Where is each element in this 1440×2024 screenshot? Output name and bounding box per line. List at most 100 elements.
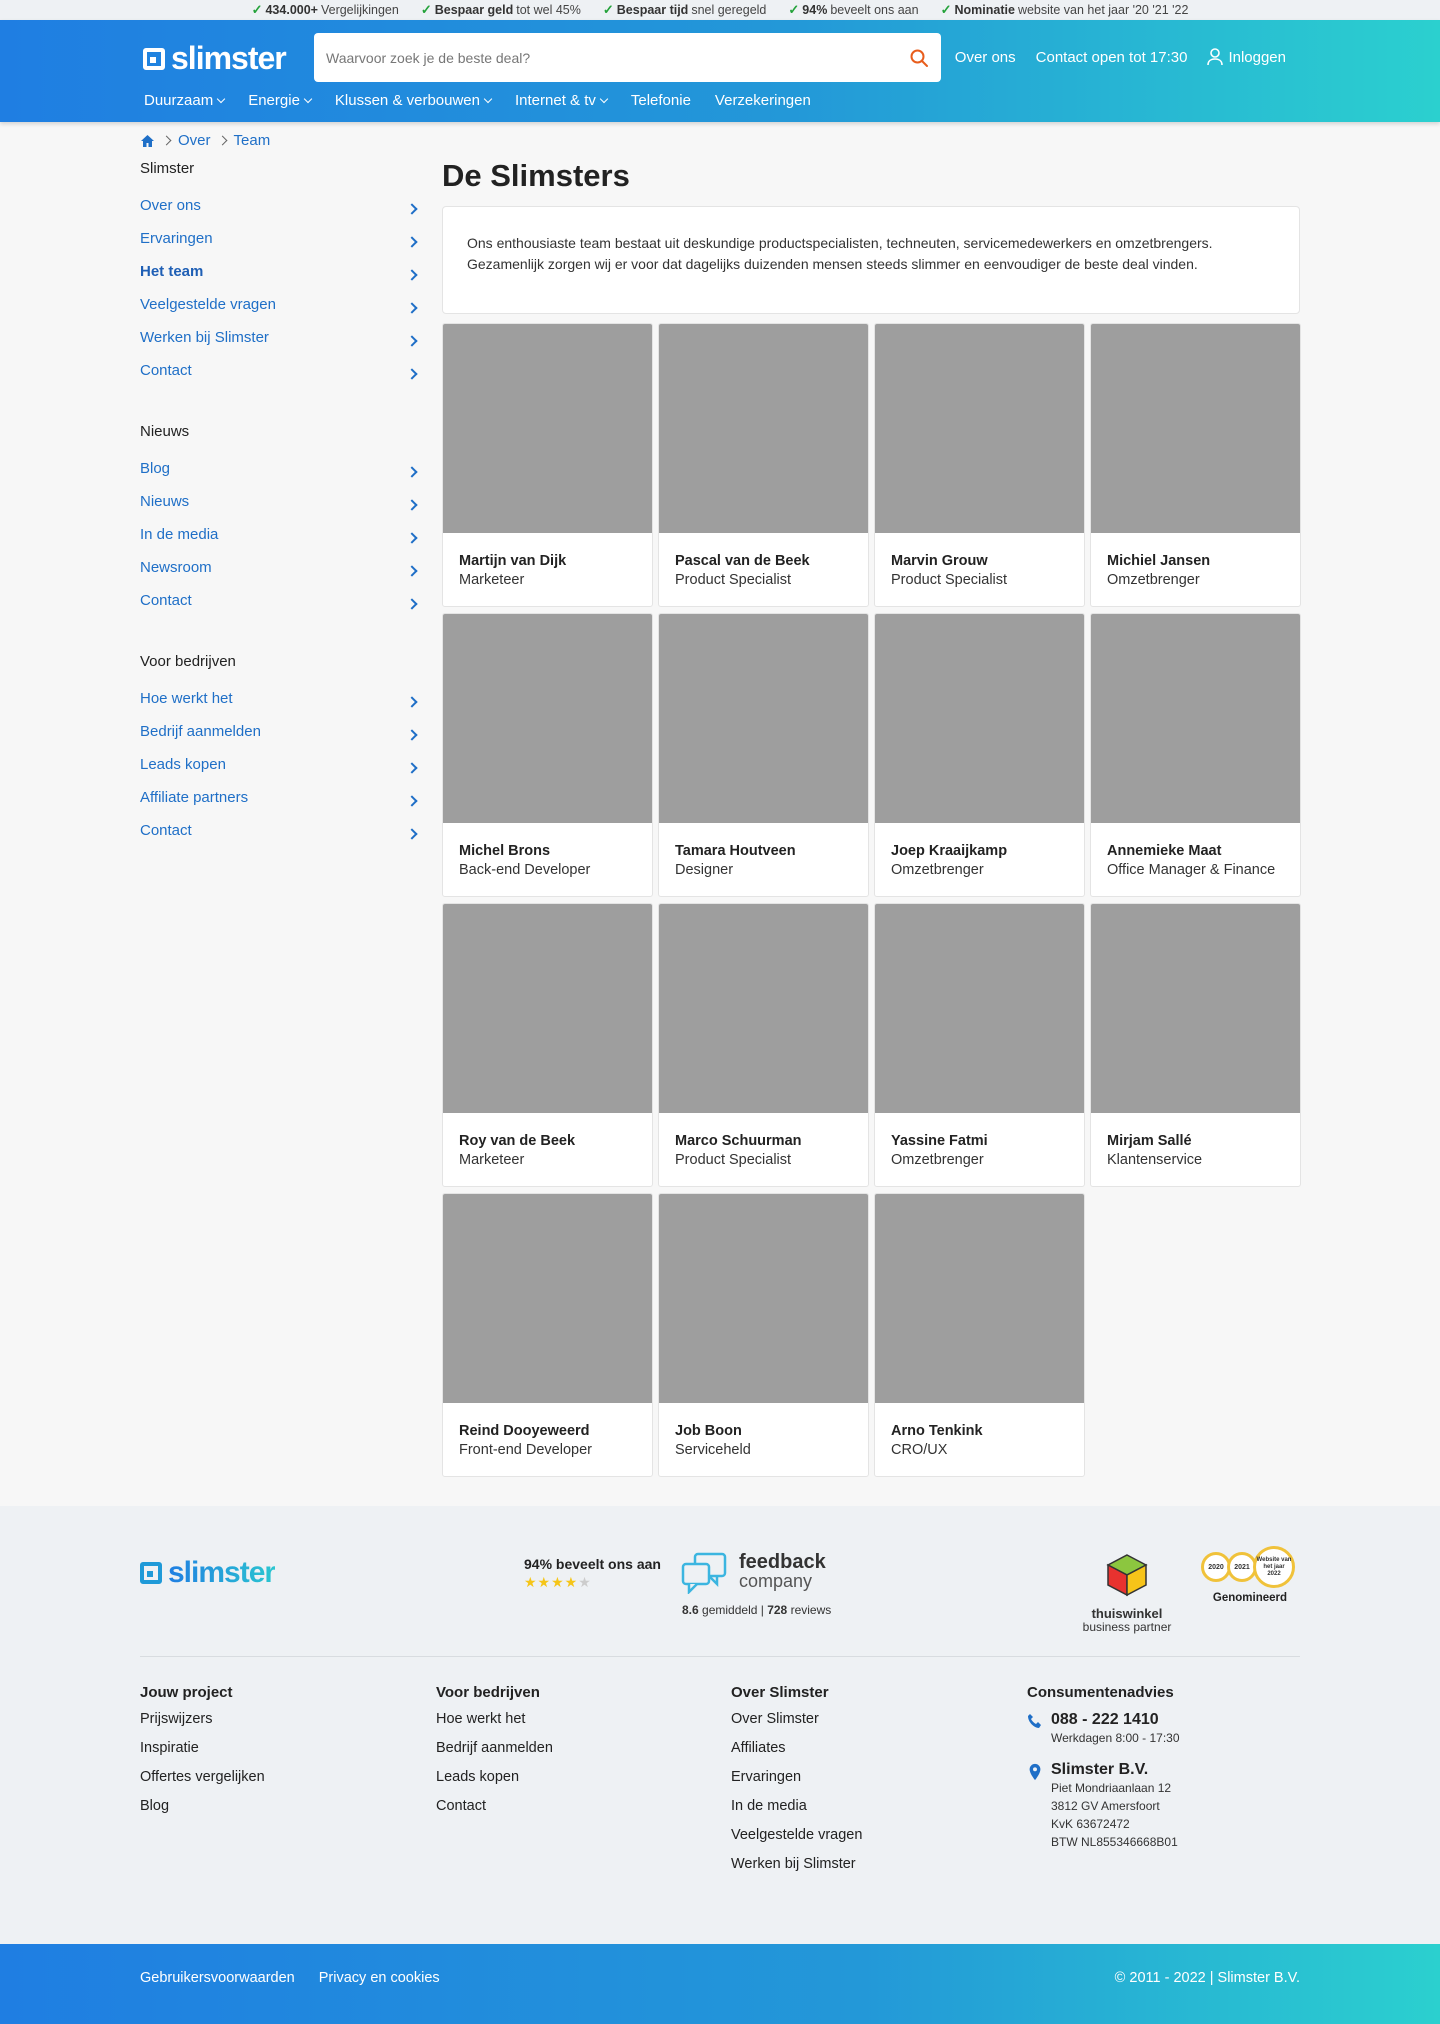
terms-link[interactable]: Gebruikersvoorwaarden — [140, 1970, 295, 1986]
team-member-role: Omzetbrenger — [1107, 572, 1200, 588]
privacy-link[interactable]: Privacy en cookies — [319, 1970, 440, 1986]
header: slimster Over ons Contact open tot 17:30… — [0, 20, 1440, 122]
thuiswinkel-badge[interactable]: thuiswinkel business partner — [1077, 1552, 1177, 1634]
team-card[interactable]: Martijn van Dijk Marketeer — [442, 323, 653, 607]
team-photo — [443, 324, 652, 533]
sidebar-item-blog[interactable]: Blog — [140, 460, 424, 493]
nav-item-verzekeringen[interactable]: Verzekeringen — [715, 92, 811, 109]
check-icon: ✓ — [420, 2, 432, 17]
sidebar-item-newsroom[interactable]: Newsroom — [140, 559, 424, 592]
footer-link-prijswijzers[interactable]: Prijswijzers — [140, 1711, 265, 1740]
team-card[interactable]: Roy van de Beek Marketeer — [442, 903, 653, 1187]
sidebar-item-leads-kopen[interactable]: Leads kopen — [140, 756, 424, 789]
footer-links: Over Slimster Affiliates Ervaringen In de m… — [731, 1711, 862, 1885]
sidebar-item-label: Over ons — [140, 197, 201, 214]
team-card[interactable]: Reind Dooyeweerd Front-end Developer — [442, 1193, 653, 1477]
footer-link-ervaringen[interactable]: Ervaringen — [731, 1769, 862, 1798]
sidebar-item-in-de-media[interactable]: In de media — [140, 526, 424, 559]
team-card[interactable]: Annemieke Maat Office Manager & Finance — [1090, 613, 1301, 897]
sidebar-item-hoe-werkt-het[interactable]: Hoe werkt het — [140, 690, 424, 723]
logo[interactable]: slimster — [143, 40, 287, 77]
team-card[interactable]: Marco Schuurman Product Specialist — [658, 903, 869, 1187]
footer-link-affiliates[interactable]: Affiliates — [731, 1740, 862, 1769]
chevron-right-icon — [406, 729, 418, 741]
nav-item-energie[interactable]: Energie — [248, 92, 313, 109]
chat-bubbles-icon — [681, 1552, 727, 1594]
team-card[interactable]: Yassine Fatmi Omzetbrenger — [874, 903, 1085, 1187]
team-card[interactable]: Joep Kraaijkamp Omzetbrenger — [874, 613, 1085, 897]
footer-link-in-de-media[interactable]: In de media — [731, 1798, 862, 1827]
footer-link-bedrijf-aanmelden[interactable]: Bedrijf aanmelden — [436, 1740, 553, 1769]
feedback-company-badge[interactable]: feedback company 8.6 gemiddeld | 728 rev… — [681, 1552, 831, 1617]
sidebar-group: Blog Nieuws In de media Newsroom Contact — [140, 460, 424, 625]
chevron-down-icon — [303, 94, 313, 103]
team-card[interactable]: Tamara Houtveen Designer — [658, 613, 869, 897]
team-member-name: Marco Schuurman — [675, 1133, 802, 1149]
sidebar-item-bedrijf-aanmelden[interactable]: Bedrijf aanmelden — [140, 723, 424, 756]
login-button[interactable]: Inloggen — [1207, 48, 1286, 66]
footer-link-inspiratie[interactable]: Inspiratie — [140, 1740, 265, 1769]
sidebar-item-contact[interactable]: Contact — [140, 592, 424, 625]
header-link-contact[interactable]: Contact open tot 17:30 — [1036, 49, 1188, 66]
sidebar-item-label: Contact — [140, 362, 192, 379]
sidebar-item-werken-bij-slimster[interactable]: Werken bij Slimster — [140, 329, 424, 362]
phone-number[interactable]: 088 - 222 1410 — [1051, 1711, 1180, 1729]
sidebar-item-label: Werken bij Slimster — [140, 329, 269, 346]
sidebar-item-contact[interactable]: Contact — [140, 822, 424, 855]
team-card[interactable]: Pascal van de Beek Product Specialist — [658, 323, 869, 607]
chevron-right-icon — [406, 795, 418, 807]
footer-column-jouw-project: Jouw project Prijswijzers Inspiratie Offert… — [140, 1684, 265, 1827]
location-pin-icon — [1029, 1763, 1041, 1781]
footer-link-werken-bij-slimster[interactable]: Werken bij Slimster — [731, 1856, 862, 1885]
team-card[interactable]: Marvin Grouw Product Specialist — [874, 323, 1085, 607]
footer-column-voor-bedrijven: Voor bedrijven Hoe werkt het Bedrijf aanme… — [436, 1684, 553, 1827]
sidebar-group: Over ons Ervaringen Het team Veelgestelde v… — [140, 197, 424, 395]
sidebar-item-affiliate-partners[interactable]: Affiliate partners — [140, 789, 424, 822]
nav-item-klussen-verbouwen[interactable]: Klussen & verbouwen — [335, 92, 493, 109]
nav-item-telefonie[interactable]: Telefonie — [631, 92, 691, 109]
team-card[interactable]: Arno Tenkink CRO/UX — [874, 1193, 1085, 1477]
footer-link-leads-kopen[interactable]: Leads kopen — [436, 1769, 553, 1798]
search-icon[interactable] — [909, 48, 929, 68]
team-card[interactable]: Michiel Jansen Omzetbrenger — [1090, 323, 1301, 607]
check-icon: ✓ — [788, 2, 800, 17]
search-input[interactable] — [326, 49, 909, 66]
team-card[interactable]: Mirjam Sallé Klantenservice — [1090, 903, 1301, 1187]
footer-column-heading: Over Slimster — [731, 1684, 829, 1701]
footer-link-over-slimster[interactable]: Over Slimster — [731, 1711, 862, 1740]
footer-link-hoe-werkt-het[interactable]: Hoe werkt het — [436, 1711, 553, 1740]
chevron-down-icon — [216, 94, 226, 103]
header-link-over-ons[interactable]: Over ons — [955, 49, 1016, 66]
breadcrumb-team[interactable]: Team — [234, 132, 271, 149]
chevron-right-icon — [406, 565, 418, 577]
footer-link-blog[interactable]: Blog — [140, 1798, 265, 1827]
home-icon[interactable] — [140, 134, 155, 148]
footer-logo[interactable]: slimster — [140, 1556, 276, 1590]
sidebar-item-contact[interactable]: Contact — [140, 362, 424, 395]
team-photo — [659, 1194, 868, 1403]
user-icon — [1207, 48, 1224, 66]
team-member-name: Michiel Jansen — [1107, 553, 1211, 569]
footer-link-contact[interactable]: Contact — [436, 1798, 553, 1827]
team-member-role: Office Manager & Finance — [1107, 862, 1276, 878]
nav-item-duurzaam[interactable]: Duurzaam — [144, 92, 226, 109]
nav-item-internet-tv[interactable]: Internet & tv — [515, 92, 609, 109]
team-card[interactable]: Job Boon Serviceheld — [658, 1193, 869, 1477]
team-member-role: Marketeer — [459, 1152, 525, 1168]
footer-link-offertes-vergelijken[interactable]: Offertes vergelijken — [140, 1769, 265, 1798]
team-member-role: Serviceheld — [675, 1442, 751, 1458]
breadcrumb-over[interactable]: Over — [178, 132, 211, 149]
team-card[interactable]: Michel Brons Back-end Developer — [442, 613, 653, 897]
sidebar-item-over-ons[interactable]: Over ons — [140, 197, 424, 230]
team-member-name: Mirjam Sallé — [1107, 1133, 1192, 1149]
sidebar-item-nieuws[interactable]: Nieuws — [140, 493, 424, 526]
chevron-right-icon — [406, 368, 418, 380]
logo-mark-icon — [140, 1562, 162, 1584]
sidebar-item-het-team[interactable]: Het team — [140, 263, 424, 296]
team-member-role: Product Specialist — [891, 572, 1008, 588]
page-title: De Slimsters — [442, 158, 630, 193]
team-member-name: Pascal van de Beek — [675, 553, 810, 569]
sidebar-item-ervaringen[interactable]: Ervaringen — [140, 230, 424, 263]
sidebar-item-veelgestelde-vragen[interactable]: Veelgestelde vragen — [140, 296, 424, 329]
footer-link-veelgestelde-vragen[interactable]: Veelgestelde vragen — [731, 1827, 862, 1856]
